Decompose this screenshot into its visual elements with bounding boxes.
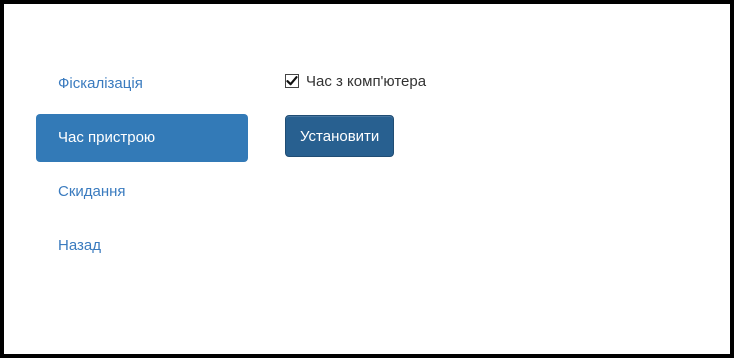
time-from-computer-checkbox[interactable] <box>285 74 299 88</box>
sidebar-item-fiscalization[interactable]: Фіскалізація <box>36 60 248 108</box>
device-time-panel: Час з комп'ютера Установити <box>285 70 426 157</box>
set-time-button[interactable]: Установити <box>285 115 395 157</box>
sidebar-nav: Фіскалізація Час пристрою Скидання Назад <box>36 60 248 276</box>
checkmark-icon <box>286 76 298 86</box>
time-from-computer-label: Час з комп'ютера <box>306 72 427 90</box>
window-frame: Фіскалізація Час пристрою Скидання Назад… <box>0 0 734 358</box>
time-from-computer-option[interactable]: Час з комп'ютера <box>285 70 426 92</box>
sidebar-item-device-time[interactable]: Час пристрою <box>36 114 248 162</box>
sidebar-item-reset[interactable]: Скидання <box>36 168 248 216</box>
sidebar-item-back[interactable]: Назад <box>36 222 248 270</box>
